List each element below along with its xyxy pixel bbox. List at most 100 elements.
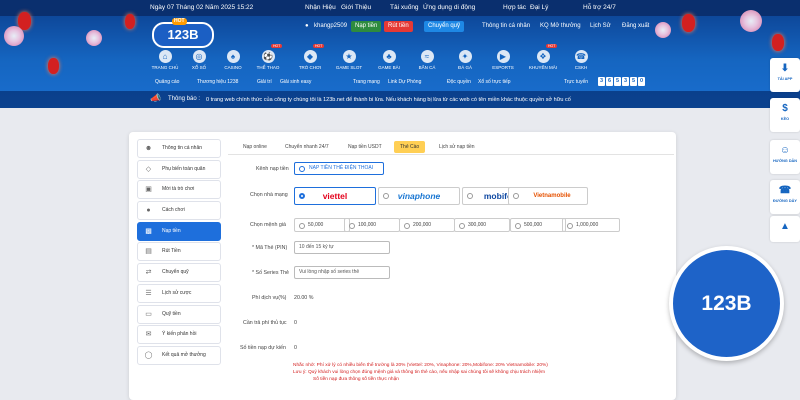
sidebar-item-invite[interactable]: ▣ Mời tà trò chơi	[137, 180, 221, 200]
datetime: Ngày 07 Tháng 02 Năm 2025 15:22	[150, 4, 254, 11]
results-link[interactable]: KQ Mở thưởng	[540, 21, 581, 32]
rail-guide[interactable]: ☺ HƯỚNG DẪN	[770, 140, 800, 174]
topbar-link-2[interactable]: Giới Thiệu	[341, 4, 371, 11]
rail-odds[interactable]: $ KÈO	[770, 98, 800, 132]
floating-logo-badge[interactable]: 123B	[669, 246, 784, 361]
tab-deposit-history[interactable]: Lịch sử nạp tiền	[433, 141, 481, 153]
nav-slot[interactable]: ★ GAME SLOT	[334, 50, 364, 70]
nav-cockfight[interactable]: ✦ ĐÁ GÀ	[450, 50, 480, 70]
amount-option-200000[interactable]: 200,000	[399, 218, 455, 232]
history-link[interactable]: Lịch Sử	[590, 21, 611, 32]
lottery-icon: ◎	[192, 50, 206, 63]
subnav-entertainment[interactable]: Giải trí	[257, 79, 272, 85]
avatar-icon: ●	[305, 23, 309, 29]
nav-fishing[interactable]: ≈ BẮN CÁ	[412, 50, 442, 70]
sidebar-item-feedback[interactable]: ✉ Ý kiến phản hồi	[137, 325, 221, 345]
tab-divider	[228, 154, 674, 155]
nav-games[interactable]: HOT ◆ TRÒ CHƠI	[295, 44, 325, 70]
topbar-link-6[interactable]: Đại Lý	[530, 4, 548, 11]
online-counter: 365350	[598, 77, 645, 86]
nav-cards[interactable]: ♣ GAME BÀI	[374, 50, 404, 70]
amount-option-50000[interactable]: 50,000	[294, 218, 350, 232]
online-label: Trực tuyến	[564, 79, 589, 85]
tab-scratch-card[interactable]: Thẻ Cào	[394, 141, 426, 153]
sidebar-item-vip[interactable]: ◇ Phụ biến toàn quân	[137, 159, 221, 179]
received-value: 0	[294, 345, 297, 351]
fee-value: 20.00 %	[294, 295, 314, 301]
deposit-note: Nhắc nhở: Phí xử lý có nhiều biến thể tr…	[293, 363, 548, 382]
blossom-decoration	[86, 30, 102, 46]
subnav-live-lottery[interactable]: Xổ số trực tiếp	[478, 79, 511, 85]
download-icon: ⬇	[780, 63, 790, 74]
topbar-link-5[interactable]: Hợp tác	[503, 4, 526, 11]
radio-icon	[567, 222, 573, 229]
main-nav: ⌂ TRANG CHỦ ◎ XỔ SỐ ♠ CASINO HOT ⚽ THỂ THAO H…	[150, 44, 660, 72]
subnav-ads[interactable]: Quảng cáo	[155, 79, 179, 85]
phone-icon: ☎	[778, 185, 792, 196]
fish-icon: ≈	[420, 50, 434, 63]
nav-promotions[interactable]: HOT ❖ KHUYẾN MÃI	[528, 44, 558, 70]
nav-casino[interactable]: ♠ CASINO	[218, 50, 248, 70]
amount-option-500000[interactable]: 500,000	[510, 218, 566, 232]
nav-sports[interactable]: HOT ⚽ THỂ THAO	[253, 44, 283, 70]
logo-tag: HOT	[172, 18, 187, 25]
subnav-site[interactable]: Trang mạng	[353, 79, 380, 85]
notice-label: Thông báo :	[168, 96, 201, 102]
fee-label: Phí dịch vụ(%)	[252, 295, 287, 301]
topbar-link-4[interactable]: Ứng dụng di động	[423, 4, 475, 11]
profile-link[interactable]: Thông tin cá nhân	[482, 21, 530, 32]
money-icon: $	[782, 103, 788, 114]
serial-input[interactable]: Vui lòng nhập số series thẻ	[294, 266, 390, 279]
nav-lottery[interactable]: ◎ XỔ SỐ	[184, 50, 214, 70]
logout-link[interactable]: Đăng xuất	[622, 21, 649, 32]
subnav-easy[interactable]: Giải sinh easy	[280, 79, 311, 85]
notice-bar: 📣 Thông báo : 0 trang web chính thức của…	[0, 91, 800, 108]
subnav-exclusive[interactable]: Độc quyền	[447, 79, 471, 85]
nav-home[interactable]: ⌂ TRANG CHỦ	[150, 50, 180, 70]
sidebar-item-deposit[interactable]: ▩ Nạp tiền	[137, 221, 221, 241]
tab-fast-transfer[interactable]: Chuyển nhanh 24/7	[279, 141, 335, 153]
sidebar-item-profile[interactable]: ☻ Thông tin cá nhân	[137, 139, 221, 158]
topbar-link-3[interactable]: Tải xuống	[390, 4, 419, 11]
rail-download-app[interactable]: ⬇ TẢI APP	[770, 58, 800, 92]
deposit-button[interactable]: Nạp tiền	[351, 21, 382, 32]
history-icon: ☰	[145, 289, 152, 297]
pin-input[interactable]: 10 đến 15 ký tự	[294, 241, 390, 254]
subnav-backup-link[interactable]: Link Dự Phòng	[388, 79, 421, 85]
amount-option-100000[interactable]: 100,000	[344, 218, 400, 232]
carrier-viettel[interactable]: viettel	[294, 187, 376, 205]
sidebar-item-transfer[interactable]: ⇄ Chuyển quỹ	[137, 263, 221, 283]
tab-usdt[interactable]: Nạp tiền USDT	[342, 141, 388, 153]
card-icon: ♣	[382, 50, 396, 63]
gamepad-icon: ▣	[145, 186, 152, 194]
sidebar-item-results[interactable]: ◯ Kết quả mở thưởng	[137, 345, 221, 365]
carrier-vinaphone[interactable]: vinaphone	[378, 187, 460, 205]
topbar-link-1[interactable]: Nhận Hiệu	[305, 4, 336, 11]
carrier-vietnamobile[interactable]: Vietnamobile	[508, 187, 588, 205]
serial-label: * Số Series Thẻ	[252, 270, 290, 276]
transfer-button[interactable]: Chuyển quỹ	[424, 21, 465, 32]
subnav-brand[interactable]: Thương hiệu 1238	[197, 79, 238, 85]
payable-label: Cần trả phí thủ tục	[243, 320, 287, 326]
amount-option-1000000[interactable]: 1,000,000	[562, 218, 620, 232]
rail-scroll-top[interactable]: ▲	[770, 216, 800, 242]
sidebar-item-fund[interactable]: ▭ Quỹ tiền	[137, 304, 221, 324]
sidebar-item-withdraw[interactable]: ▤ Rút Tiền	[137, 242, 221, 262]
sidebar-item-bet-history[interactable]: ☰ Lịch sử cược	[137, 283, 221, 303]
radio-icon	[459, 222, 465, 229]
radio-selected-icon	[299, 166, 305, 172]
site-logo[interactable]: HOT 123B	[152, 18, 214, 48]
rail-hotline[interactable]: ☎ ĐƯỜNG DÂY	[770, 180, 800, 214]
topbar-link-8[interactable]: Hỗ trợ 24/7	[583, 4, 616, 11]
sidebar-item-howto[interactable]: ● Cách chơi	[137, 201, 221, 221]
nav-support[interactable]: ☎ CSKH	[566, 50, 596, 70]
method-option-phone-card[interactable]: NẠP TIỀN THẺ ĐIỆN THOẠI	[294, 162, 384, 175]
nav-esports[interactable]: ▶ ESPORTS	[488, 50, 518, 70]
sports-icon: ⚽	[261, 50, 275, 63]
amount-option-300000[interactable]: 300,000	[454, 218, 510, 232]
withdraw-button[interactable]: Rút tiền	[384, 21, 413, 32]
guide-icon: ☺	[779, 145, 791, 156]
fund-icon: ▭	[145, 310, 152, 318]
tab-online[interactable]: Nạp online	[237, 141, 273, 153]
username[interactable]: khangp2509	[314, 21, 347, 32]
